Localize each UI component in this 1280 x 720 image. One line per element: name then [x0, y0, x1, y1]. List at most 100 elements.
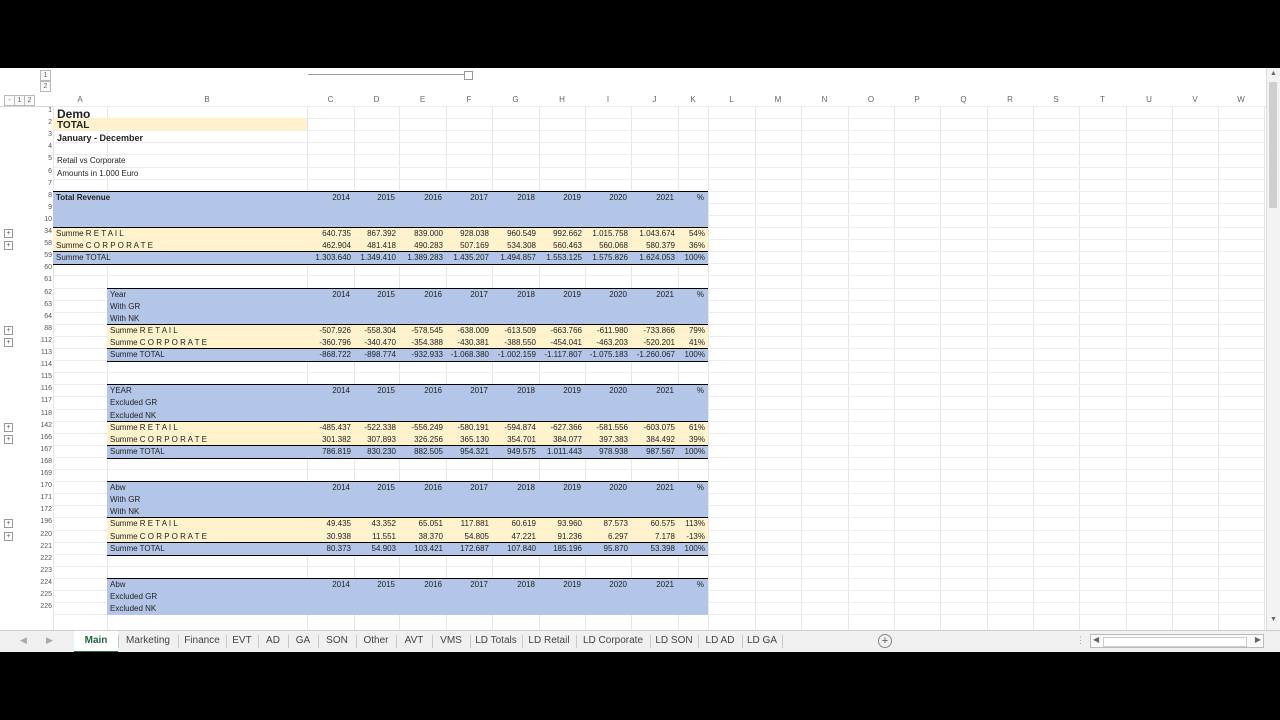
- column-header-a[interactable]: A: [53, 94, 107, 106]
- more-options-icon[interactable]: ⋮: [1076, 635, 1085, 646]
- sheet-tab-son[interactable]: SON: [318, 631, 356, 651]
- expand-row-group-button[interactable]: +: [4, 241, 13, 251]
- row-number[interactable]: 115: [34, 373, 52, 380]
- row-number[interactable]: 6: [34, 168, 52, 175]
- expand-row-group-button[interactable]: +: [4, 519, 13, 529]
- column-header-w[interactable]: W: [1218, 94, 1264, 106]
- row-number[interactable]: 166: [34, 434, 52, 441]
- column-header-q[interactable]: Q: [940, 94, 987, 106]
- scroll-down-icon[interactable]: ▼: [1270, 616, 1277, 623]
- add-sheet-icon[interactable]: +: [878, 634, 892, 648]
- row-number[interactable]: 60: [34, 264, 52, 271]
- column-header-v[interactable]: V: [1172, 94, 1218, 106]
- row-number[interactable]: 226: [34, 603, 52, 610]
- column-header-n[interactable]: N: [801, 94, 848, 106]
- sheet-tab-ad[interactable]: AD: [258, 631, 288, 651]
- column-group-toggle[interactable]: [464, 71, 473, 80]
- row-number[interactable]: 113: [34, 349, 52, 356]
- scroll-right-icon[interactable]: ▶: [1255, 635, 1261, 644]
- row-number[interactable]: 225: [34, 591, 52, 598]
- vertical-scroll-thumb[interactable]: [1269, 82, 1277, 208]
- expand-row-group-button[interactable]: +: [4, 531, 13, 541]
- column-header-u[interactable]: U: [1126, 94, 1172, 106]
- column-header-r[interactable]: R: [987, 94, 1033, 106]
- sheet-tab-marketing[interactable]: Marketing: [118, 631, 178, 651]
- row-number[interactable]: 221: [34, 543, 52, 550]
- row-number[interactable]: 117: [34, 397, 52, 404]
- row-number[interactable]: 142: [34, 422, 52, 429]
- row-number[interactable]: 196: [34, 518, 52, 525]
- sheet-tab-finance[interactable]: Finance: [178, 631, 226, 651]
- row-number[interactable]: 2: [34, 119, 52, 126]
- column-header-h[interactable]: H: [539, 94, 585, 106]
- expand-row-group-button[interactable]: +: [4, 422, 13, 432]
- column-header-b[interactable]: B: [107, 94, 307, 106]
- column-header-l[interactable]: L: [708, 94, 755, 106]
- expand-row-group-button[interactable]: +: [4, 325, 13, 335]
- row-number[interactable]: 8: [34, 192, 52, 199]
- row-number[interactable]: 63: [34, 301, 52, 308]
- sheet-tab-ld-son[interactable]: LD SON: [650, 631, 698, 651]
- column-header-f[interactable]: F: [446, 94, 492, 106]
- sheet-tab-ga[interactable]: GA: [288, 631, 318, 651]
- row-number[interactable]: 5: [34, 155, 52, 162]
- column-header-m[interactable]: M: [755, 94, 801, 106]
- sheet-tab-other[interactable]: Other: [356, 631, 396, 651]
- row-number[interactable]: 4: [34, 143, 52, 150]
- column-header-s[interactable]: S: [1033, 94, 1079, 106]
- scroll-up-icon[interactable]: ▲: [1270, 70, 1277, 77]
- sheet-tab-main[interactable]: Main: [74, 631, 118, 652]
- row-number[interactable]: 170: [34, 482, 52, 489]
- row-number[interactable]: 114: [34, 361, 52, 368]
- horizontal-scrollbar[interactable]: ◀ ▶: [1090, 634, 1264, 648]
- row-number[interactable]: 1: [34, 107, 52, 114]
- column-header-t[interactable]: T: [1079, 94, 1126, 106]
- outline-level-1-button[interactable]: 1: [40, 70, 51, 81]
- row-number[interactable]: 62: [34, 289, 52, 296]
- next-sheet-icon[interactable]: ▶: [46, 635, 53, 646]
- row-number[interactable]: 10: [34, 216, 52, 223]
- row-number[interactable]: 64: [34, 313, 52, 320]
- row-number[interactable]: 222: [34, 555, 52, 562]
- row-number[interactable]: 224: [34, 579, 52, 586]
- expand-row-group-button[interactable]: +: [4, 337, 13, 347]
- row-number[interactable]: 118: [34, 410, 52, 417]
- row-number[interactable]: 220: [34, 531, 52, 538]
- row-number[interactable]: 172: [34, 506, 52, 513]
- column-header-j[interactable]: J: [631, 94, 678, 106]
- row-number[interactable]: 34: [34, 228, 52, 235]
- sheet-tab-ld-totals[interactable]: LD Totals: [470, 631, 522, 651]
- column-header-k[interactable]: K: [678, 94, 708, 106]
- row-number[interactable]: 88: [34, 325, 52, 332]
- outline-corner-2[interactable]: 2: [24, 95, 35, 106]
- sheet-tab-evt[interactable]: EVT: [226, 631, 258, 651]
- column-header-o[interactable]: O: [848, 94, 894, 106]
- row-number[interactable]: 171: [34, 494, 52, 501]
- row-number[interactable]: 116: [34, 385, 52, 392]
- sheet-tab-ld-corporate[interactable]: LD Corporate: [576, 631, 650, 651]
- row-number[interactable]: 223: [34, 567, 52, 574]
- outline-level-2-button[interactable]: 2: [40, 81, 51, 92]
- vertical-scrollbar[interactable]: ▲ ▼: [1266, 68, 1280, 630]
- row-number[interactable]: 112: [34, 337, 52, 344]
- expand-row-group-button[interactable]: +: [4, 229, 13, 238]
- sheet-tab-ld-ga[interactable]: LD GA: [742, 631, 782, 651]
- column-header-p[interactable]: P: [894, 94, 940, 106]
- column-header-e[interactable]: E: [399, 94, 446, 106]
- row-number[interactable]: 3: [34, 131, 52, 138]
- row-number[interactable]: 169: [34, 470, 52, 477]
- scroll-left-icon[interactable]: ◀: [1093, 635, 1099, 644]
- expand-row-group-button[interactable]: +: [4, 434, 13, 444]
- prev-sheet-icon[interactable]: ◀: [20, 635, 27, 646]
- row-number[interactable]: 167: [34, 446, 52, 453]
- row-number[interactable]: 168: [34, 458, 52, 465]
- row-number[interactable]: 9: [34, 204, 52, 211]
- row-number[interactable]: 59: [34, 252, 52, 259]
- row-number[interactable]: 61: [34, 276, 52, 283]
- row-number[interactable]: 58: [34, 240, 52, 247]
- sheet-tab-avt[interactable]: AVT: [396, 631, 432, 651]
- column-header-i[interactable]: I: [585, 94, 631, 106]
- row-number[interactable]: 7: [34, 180, 52, 187]
- sheet-tab-ld-ad[interactable]: LD AD: [698, 631, 742, 651]
- column-header-g[interactable]: G: [492, 94, 539, 106]
